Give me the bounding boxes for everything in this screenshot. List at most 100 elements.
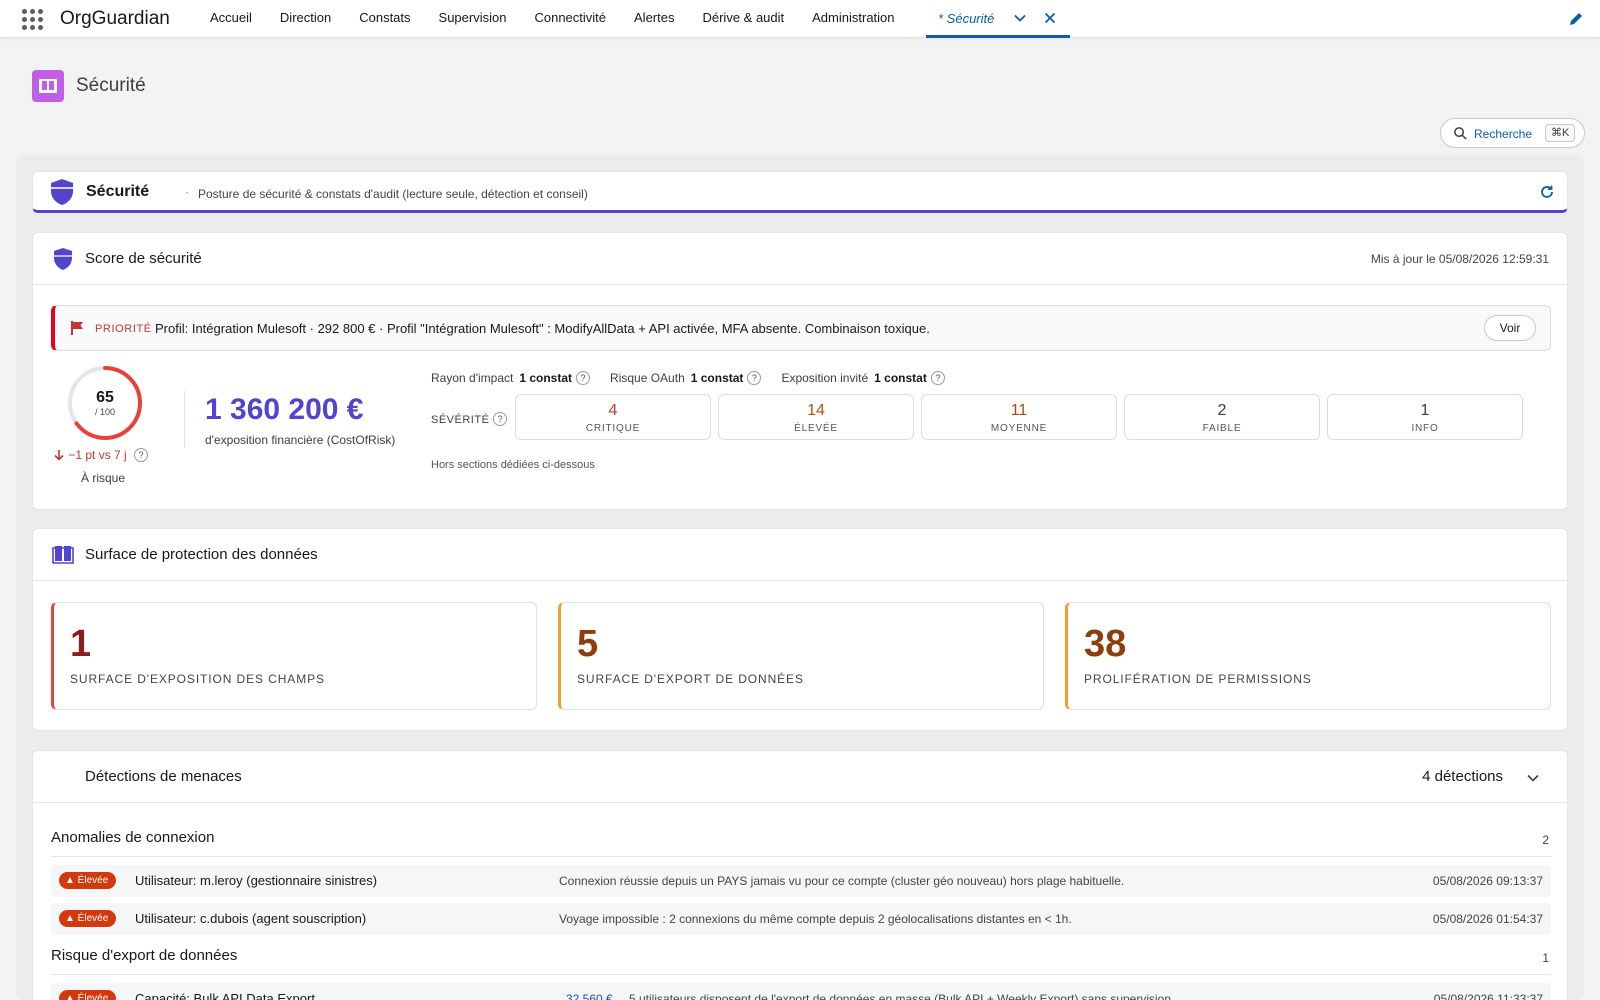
nav-item-derive-audit[interactable]: Dérive & audit (688, 0, 798, 38)
nav-item-direction[interactable]: Direction (266, 0, 345, 38)
row-description: Voyage impossible : 2 connexions du même… (559, 912, 1072, 926)
chip-risque-oauth[interactable]: Risque OAuth 1 constat? (610, 371, 762, 385)
metric-value: 5 (577, 623, 599, 665)
search-icon (1454, 127, 1467, 140)
trend-text: −1 pt vs 7 j (68, 448, 127, 462)
search-shortcut: ⌘K (1545, 124, 1576, 142)
top-navigation-bar: OrgGuardian Accueil Direction Constats S… (0, 0, 1600, 38)
help-icon[interactable]: ? (747, 371, 762, 385)
card-header: Score de sécurité Mis à jour le 05/08/20… (33, 233, 1567, 285)
severity-name: INFO (1411, 423, 1439, 434)
metric-value: 1 (70, 623, 92, 665)
threats-count: 4 détections (1422, 768, 1503, 785)
arrow-down-icon (54, 450, 64, 461)
metric-label: SURFACE D'EXPOSITION DES CHAMPS (70, 672, 325, 686)
score-value: 65 (96, 389, 114, 406)
risk-status: À risque (81, 471, 126, 485)
group-title-data-export-risk: Risque d'export de données (51, 947, 238, 964)
severity-value: 1 (1420, 402, 1430, 419)
card-header[interactable]: Détections de menaces 4 détections (33, 751, 1567, 803)
severity-name: FAIBLE (1202, 423, 1242, 434)
nav-item-supervision[interactable]: Supervision (425, 0, 521, 38)
severity-critique[interactable]: 4 CRITIQUE (515, 394, 711, 440)
severity-info[interactable]: 1 INFO (1327, 394, 1523, 440)
financial-exposure: 1 360 200 € (205, 393, 364, 426)
chip-exposition-invite[interactable]: Exposition invité 1 constat? (781, 371, 945, 385)
metric-field-exposure[interactable]: 1 SURFACE D'EXPOSITION DES CHAMPS (51, 602, 537, 710)
chip-value: 1 constat (690, 371, 744, 385)
page-title: Sécurité (76, 75, 146, 96)
refresh-icon[interactable] (1539, 184, 1555, 200)
score-gauge: 65 / 100 (65, 363, 145, 443)
chevron-down-icon[interactable] (1012, 10, 1028, 26)
priority-message: Profil: Intégration Mulesoft · 292 800 €… (155, 321, 930, 336)
table-row[interactable]: ▲ Élevée Utilisateur: c.dubois (agent so… (51, 903, 1551, 935)
help-icon[interactable]: ? (493, 412, 508, 426)
severity-value: 11 (1010, 402, 1028, 419)
threats-title: Détections de menaces (85, 768, 242, 785)
metric-label: PROLIFÉRATION DE PERMISSIONS (1084, 672, 1312, 686)
banner-subtitle: Posture de sécurité & constats d'audit (… (198, 187, 588, 201)
search-button[interactable]: Recherche ⌘K (1440, 118, 1585, 148)
help-icon[interactable]: ? (134, 448, 149, 462)
chip-rayon-impact[interactable]: Rayon d'impact 1 constat? (431, 371, 591, 385)
tab-securite[interactable]: * Sécurité (926, 0, 1070, 38)
severity-elevee[interactable]: 14 ÉLEVÉE (718, 394, 914, 440)
metric-data-export[interactable]: 5 SURFACE D'EXPORT DE DONNÉES (558, 602, 1044, 710)
nav-item-constats[interactable]: Constats (345, 0, 424, 38)
row-description: 5 utilisateurs disposent de l'export de … (629, 992, 1175, 1000)
severity-moyenne[interactable]: 11 MOYENNE (921, 394, 1117, 440)
score-trend: −1 pt vs 7 j ? (53, 448, 149, 462)
help-icon[interactable]: ? (930, 371, 945, 385)
severity-badge: ▲ Élevée (59, 990, 117, 1000)
financial-exposure-label: d'exposition financière (CostOfRisk) (205, 433, 396, 447)
score-title: Score de sécurité (85, 250, 202, 267)
book-icon (39, 79, 57, 93)
severity-note: Hors sections dédiées ci-dessous (431, 459, 595, 471)
book-icon (52, 546, 74, 564)
banner-title: Sécurité (86, 183, 150, 200)
severity-value: 2 (1217, 402, 1227, 419)
row-description: Connexion réussie depuis un PAYS jamais … (559, 874, 1125, 888)
table-row[interactable]: ▲ Élevée Capacité: Bulk API Data Export … (51, 983, 1551, 1000)
severity-label: SÉVÉRITÉ? (431, 412, 508, 426)
help-icon[interactable]: ? (576, 371, 591, 385)
row-subject: Utilisateur: m.leroy (gestionnaire sinis… (135, 873, 378, 888)
row-subject: Capacité: Bulk API Data Export (135, 991, 315, 1000)
priority-tag: PRIORITÉ (95, 323, 152, 335)
chevron-down-icon[interactable] (1525, 770, 1541, 786)
chip-value: 1 constat (874, 371, 927, 385)
row-timestamp: 05/08/2026 11:33:37 (1433, 992, 1543, 1000)
threat-detections-card: Détections de menaces 4 détections Anoma… (32, 750, 1568, 1000)
severity-name: CRITIQUE (585, 423, 641, 434)
nav-item-accueil[interactable]: Accueil (196, 0, 266, 38)
page-icon (32, 70, 64, 102)
security-score-card: Score de sécurité Mis à jour le 05/08/20… (32, 232, 1568, 510)
nav-item-connectivite[interactable]: Connectivité (520, 0, 620, 38)
row-amount[interactable]: 32 560 € (566, 992, 613, 1000)
metric-label: SURFACE D'EXPORT DE DONNÉES (577, 672, 804, 686)
nav-item-alertes[interactable]: Alertes (620, 0, 688, 38)
table-row[interactable]: ▲ Élevée Utilisateur: m.leroy (gestionna… (51, 865, 1551, 897)
score-max: / 100 (94, 407, 116, 417)
shield-icon (54, 248, 72, 270)
surface-title: Surface de protection des données (85, 546, 318, 563)
severity-value: 4 (608, 402, 618, 419)
severity-name: ÉLEVÉE (794, 423, 838, 434)
nav-tabs: Accueil Direction Constats Supervision C… (196, 0, 909, 38)
metric-permission-sprawl[interactable]: 38 PROLIFÉRATION DE PERMISSIONS (1065, 602, 1551, 710)
severity-faible[interactable]: 2 FAIBLE (1124, 394, 1320, 440)
close-icon[interactable] (1042, 10, 1058, 26)
priority-alert: PRIORITÉ Profil: Intégration Mulesoft · … (51, 305, 1551, 351)
edit-pencil-icon[interactable] (1568, 11, 1584, 27)
severity-badge: ▲ Élevée (59, 872, 117, 889)
chip-label: Exposition invité (781, 371, 869, 385)
tab-securite-label: * Sécurité (938, 11, 995, 26)
nav-item-administration[interactable]: Administration (798, 0, 908, 38)
severity-badge: ▲ Élevée (59, 910, 117, 927)
view-button[interactable]: Voir (1484, 315, 1536, 341)
app-launcher-icon[interactable] (22, 9, 43, 30)
divider (184, 391, 185, 447)
card-header: Surface de protection des données (33, 529, 1567, 581)
shield-icon (51, 179, 73, 205)
